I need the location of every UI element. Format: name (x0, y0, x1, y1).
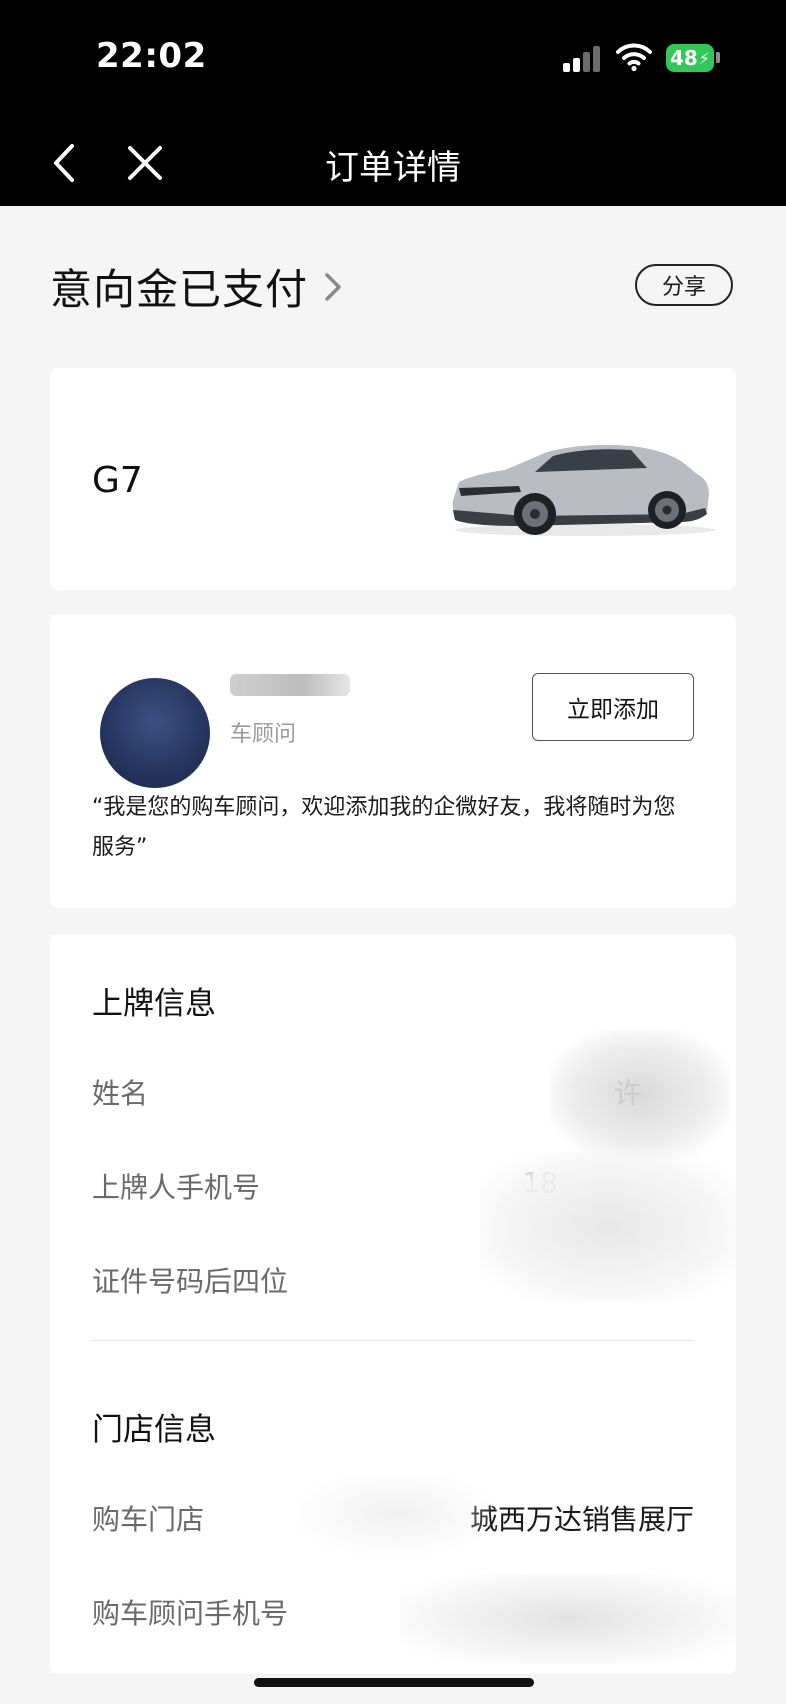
car-image (452, 444, 715, 536)
top-bar: 22:02 48 ⚡ 订单详情 (0, 0, 786, 206)
chevron-right-icon (325, 272, 341, 301)
advisor-name-redacted (230, 674, 350, 696)
share-button[interactable]: 分享 (635, 264, 733, 306)
wifi-icon (616, 43, 652, 72)
redaction-mark (480, 1152, 736, 1302)
battery-icon: 48 ⚡ (666, 44, 714, 72)
advisor-card: 车顾问 立即添加 “我是您的购车顾问，欢迎添加我的企微好友，我将随时为您服务” (50, 614, 736, 908)
redaction-mark (550, 1030, 730, 1160)
charging-bolt-icon: ⚡ (698, 48, 711, 68)
advisor-phone-label: 购车顾问手机号 (92, 1597, 289, 1630)
cellular-signal-icon (563, 46, 603, 72)
store-label: 购车门店 (92, 1503, 205, 1536)
advisor-role: 车顾问 (230, 722, 297, 747)
battery-level: 48 (669, 46, 698, 70)
redaction-mark (300, 1474, 490, 1554)
plate-info-title: 上牌信息 (92, 986, 216, 1022)
add-advisor-button[interactable]: 立即添加 (532, 673, 694, 741)
advisor-quote: “我是您的购车顾问，欢迎添加我的企微好友，我将随时为您服务” (92, 795, 676, 860)
id-last-four-label: 证件号码后四位 (92, 1265, 289, 1298)
advisor-avatar (100, 678, 210, 788)
order-status-link[interactable]: 意向金已支付 (50, 256, 344, 317)
phone-label: 上牌人手机号 (92, 1171, 261, 1204)
info-card: 上牌信息 姓名 许 上牌人手机号 18 证件号码后四位 门店信息 购车门店 城西… (50, 934, 736, 1674)
home-indicator (254, 1678, 534, 1687)
status-time: 22:02 (96, 36, 207, 76)
order-status-title: 意向金已支付 (50, 265, 309, 314)
store-info-title: 门店信息 (92, 1412, 216, 1448)
store-value: 城西万达销售展厅 (469, 1503, 694, 1536)
battery-tip (716, 52, 720, 63)
redaction-mark (400, 1574, 736, 1664)
page-title: 订单详情 (325, 148, 461, 188)
car-card: G7 (50, 368, 736, 590)
name-label: 姓名 (92, 1077, 149, 1110)
car-model-name: G7 (92, 460, 143, 501)
section-divider (92, 1340, 694, 1341)
